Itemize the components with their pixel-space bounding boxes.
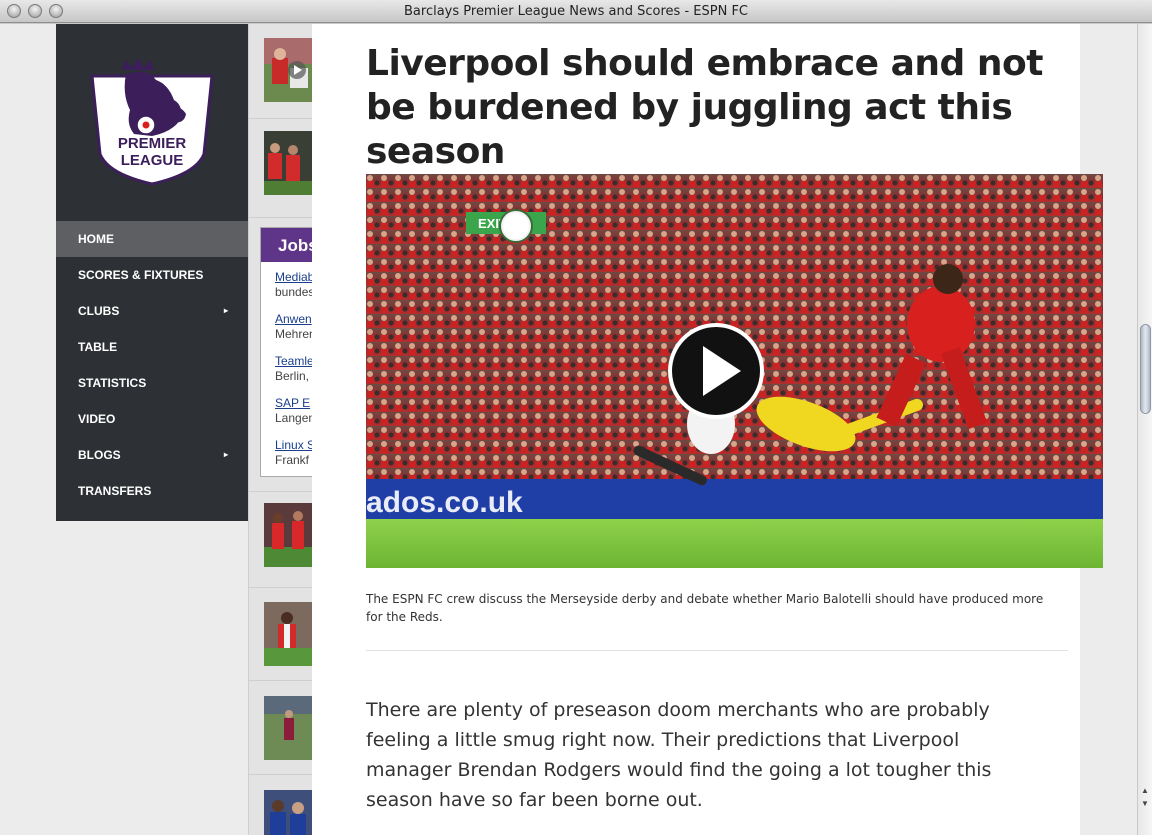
job-link[interactable]: Teamle (275, 354, 314, 369)
scroll-up-arrow-icon[interactable]: ▲ (1141, 786, 1149, 795)
news-thumbnail[interactable] (264, 696, 313, 760)
article-headline: Liverpool should embrace and not be burd… (366, 43, 1043, 172)
nav-item-label: STATISTICS (78, 376, 147, 390)
nav-item-label: CLUBS (78, 304, 120, 318)
article-body-paragraph: There are plenty of preseason doom merch… (366, 699, 992, 811)
premier-league-logo[interactable]: PREMIER LEAGUE (56, 24, 248, 221)
job-link[interactable]: Linux S (275, 438, 315, 453)
nav-item-video[interactable]: VIDEO (56, 401, 248, 437)
job-listing[interactable]: Teamle Berlin, (275, 354, 314, 384)
job-link[interactable]: Mediab (275, 270, 314, 285)
ad-board-text: ados.co.uk (366, 486, 523, 519)
job-listing[interactable]: Mediab bundes (275, 270, 314, 300)
nav-item-label: BLOGS (78, 448, 121, 462)
job-link[interactable]: SAP E (275, 396, 315, 411)
logo-text-league: LEAGUE (121, 152, 184, 169)
window-title: Barclays Premier League News and Scores … (404, 4, 748, 19)
news-thumbnail[interactable] (264, 38, 313, 102)
nav-item-statistics[interactable]: STATISTICS (56, 365, 248, 401)
nav-item-table[interactable]: TABLE (56, 329, 248, 365)
job-location: Langen (275, 411, 316, 425)
scrollbar-thumb[interactable] (1140, 324, 1151, 414)
nav-item-home[interactable]: HOME (56, 221, 248, 257)
chevron-right-icon: ▸ (223, 450, 228, 459)
nav-item-scores-fixtures[interactable]: SCORES & FIXTURES (56, 257, 248, 293)
news-thumbnail[interactable] (264, 790, 313, 835)
job-location: Frankf (275, 453, 310, 467)
window-titlebar: Barclays Premier League News and Scores … (0, 0, 1152, 23)
nav-item-label: SCORES & FIXTURES (78, 268, 204, 282)
league-nav-menu: HOME SCORES & FIXTURES CLUBS ▸ TABLE STA… (56, 221, 248, 509)
job-listing[interactable]: Linux S Frankf (275, 438, 315, 468)
job-listing[interactable]: SAP E Langen (275, 396, 315, 426)
nav-item-label: HOME (78, 232, 114, 246)
nav-item-blogs[interactable]: BLOGS ▸ (56, 437, 248, 473)
logo-text-premier: PREMIER (118, 135, 187, 152)
nav-item-transfers[interactable]: TRANSFERS (56, 473, 248, 509)
video-caption: The ESPN FC crew discuss the Merseyside … (366, 592, 1044, 624)
job-location: Berlin, (275, 369, 310, 383)
article-panel: Liverpool should embrace and not be burd… (312, 24, 1103, 835)
news-thumbnail[interactable] (264, 602, 313, 666)
page-viewport: Jobs Mediab bundes Anwen Mehren Teamle B… (0, 24, 1137, 835)
caption-divider (366, 650, 1068, 651)
nav-item-label: TRANSFERS (78, 484, 152, 498)
job-location: bundes (275, 285, 315, 299)
nav-item-label: TABLE (78, 340, 118, 354)
background-news-column: Jobs Mediab bundes Anwen Mehren Teamle B… (248, 24, 321, 835)
jobs-widget: Jobs Mediab bundes Anwen Mehren Teamle B… (260, 227, 321, 477)
chevron-right-icon: ▸ (223, 306, 228, 315)
news-thumbnail[interactable] (264, 131, 313, 195)
job-listing[interactable]: Anwen Mehren (275, 312, 316, 342)
video-player[interactable]: EXIT ados.co.uk (366, 174, 1103, 568)
vertical-scrollbar[interactable]: ▲ ▼ (1137, 24, 1152, 835)
news-thumbnail[interactable] (264, 503, 313, 567)
scroll-down-arrow-icon[interactable]: ▼ (1141, 799, 1149, 808)
job-link[interactable]: Anwen (275, 312, 316, 327)
nav-item-clubs[interactable]: CLUBS ▸ (56, 293, 248, 329)
nav-item-label: VIDEO (78, 412, 116, 426)
league-sidebar: PREMIER LEAGUE HOME SCORES & FIXTURES CL… (56, 24, 248, 521)
job-location: Mehren (275, 327, 316, 341)
